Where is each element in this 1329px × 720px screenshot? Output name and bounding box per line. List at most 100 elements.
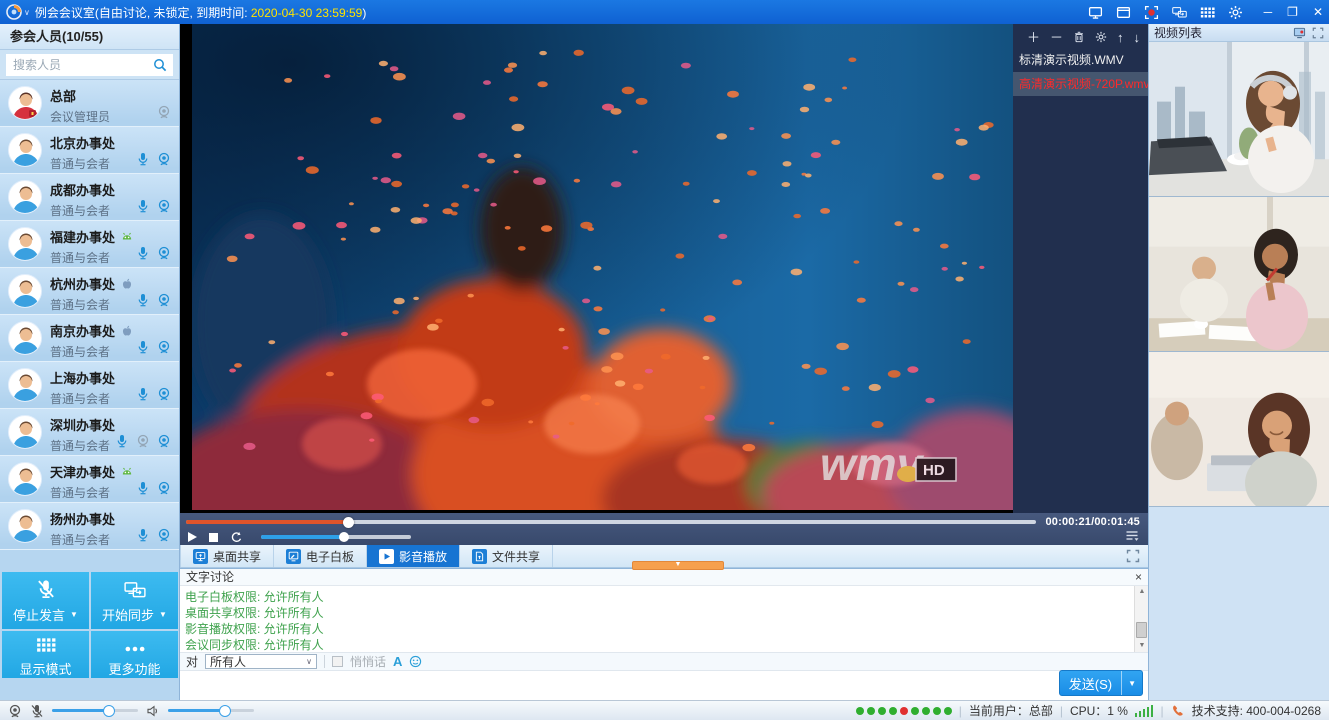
whiteboard-icon (286, 549, 301, 564)
tab-file-share[interactable]: 文件共享 (460, 545, 553, 567)
chat-message: 会议同步权限: 允许所有人 (185, 637, 1130, 652)
video-window-icon[interactable] (1116, 5, 1131, 20)
speaker-icon[interactable] (146, 704, 160, 718)
main-area: wmv HD ＋ － ↑ ↓ 标清演示视频.WMV 高清演示视频-720P.wm… (180, 24, 1148, 700)
video-monitor-icon[interactable] (1293, 26, 1306, 39)
settings-gear-icon[interactable] (1228, 5, 1243, 20)
participant-row-hq[interactable]: 总部 会议管理员 (0, 80, 179, 127)
play-button[interactable] (188, 532, 197, 542)
camera-icon[interactable] (157, 246, 171, 260)
participant-row-fujian[interactable]: 福建办事处 普通与会者 (0, 221, 179, 268)
mic-volume-slider[interactable] (52, 709, 138, 712)
loop-icon[interactable] (230, 531, 243, 544)
send-button[interactable]: 发送(S) ▼ (1059, 670, 1143, 696)
close-icon[interactable]: × (1135, 571, 1142, 583)
maximize-button[interactable]: ❐ (1287, 5, 1298, 19)
participant-name: 深圳办事处 (50, 415, 115, 434)
participant-row-nanjing[interactable]: 南京办事处 普通与会者 (0, 315, 179, 362)
mic-icon[interactable] (136, 387, 150, 401)
record-icon[interactable] (1144, 5, 1159, 20)
camera-icon[interactable] (157, 105, 171, 119)
camera-icon[interactable] (157, 199, 171, 213)
expand-icon[interactable] (1312, 27, 1324, 39)
stop-speaking-button[interactable]: 停止发言▼ (2, 572, 89, 629)
video-thumbnail-2[interactable] (1149, 197, 1329, 352)
emoji-icon[interactable] (409, 655, 422, 668)
recipient-select[interactable]: 所有人∨ (205, 654, 317, 669)
chevron-down-icon[interactable]: ∨ (24, 8, 30, 17)
participant-row-yangzhou[interactable]: 扬州办事处 普通与会者 (0, 503, 179, 550)
camera-icon[interactable] (157, 481, 171, 495)
start-sync-button[interactable]: 开始同步▼ (91, 572, 178, 629)
mic-icon[interactable] (136, 481, 150, 495)
chat-scrollbar[interactable]: ▲ ▼ (1134, 586, 1148, 652)
layout-grid-icon[interactable] (1200, 5, 1215, 20)
participant-row-shanghai[interactable]: 上海办事处 普通与会者 (0, 362, 179, 409)
playlist-trash-icon[interactable] (1073, 31, 1085, 43)
display-mode-button[interactable]: 显示模式 (2, 631, 89, 678)
more-functions-button[interactable]: 更多功能 (91, 631, 178, 678)
mic-icon[interactable] (115, 434, 129, 448)
participant-row-tianjin[interactable]: 天津办事处 普通与会者 (0, 456, 179, 503)
mic-icon[interactable] (136, 528, 150, 542)
mic-icon[interactable] (136, 152, 150, 166)
panel-collapse-handle[interactable]: ▼ (632, 561, 724, 570)
chat-input-area[interactable]: 发送(S) ▼ (180, 671, 1148, 699)
slider-handle[interactable] (103, 705, 115, 717)
participant-row-chengdu[interactable]: 成都办事处 普通与会者 (0, 174, 179, 221)
participant-row-hangzhou[interactable]: 杭州办事处 普通与会者 (0, 268, 179, 315)
send-options-icon[interactable]: ▼ (1121, 671, 1142, 695)
camera-off-icon[interactable] (136, 434, 150, 448)
tab-whiteboard[interactable]: 电子白板 (274, 545, 367, 567)
player-volume-slider[interactable] (261, 535, 411, 539)
player-progress-bar[interactable] (186, 520, 1036, 524)
tab-media-play[interactable]: 影音播放 (367, 545, 460, 567)
playlist-settings-icon[interactable] (1095, 31, 1107, 43)
camera-icon[interactable] (157, 387, 171, 401)
close-button[interactable]: ✕ (1313, 5, 1323, 19)
playlist-item[interactable]: 标清演示视频.WMV (1013, 48, 1148, 72)
avatar (8, 133, 42, 167)
tab-desktop-share[interactable]: 桌面共享 (180, 545, 274, 567)
whisper-checkbox[interactable] (332, 656, 343, 667)
font-icon[interactable]: A (393, 654, 402, 669)
minimize-button[interactable]: ─ (1264, 5, 1273, 19)
camera-icon[interactable] (157, 340, 171, 354)
participant-row-beijing[interactable]: 北京办事处 普通与会者 (0, 127, 179, 174)
search-icon[interactable] (153, 58, 167, 72)
mic-icon[interactable] (136, 340, 150, 354)
scrollbar-thumb[interactable] (1136, 622, 1147, 638)
video-thumbnail-1[interactable] (1149, 42, 1329, 197)
mic-icon[interactable] (136, 293, 150, 307)
camera-icon[interactable] (157, 293, 171, 307)
volume-handle[interactable] (339, 532, 349, 542)
mic-muted-status-icon[interactable] (30, 704, 44, 718)
mic-icon[interactable] (136, 199, 150, 213)
title-bar: ∨ 例会会议室(自由讨论, 未锁定, 到期时间: 2020-04-30 23:5… (0, 0, 1329, 24)
playlist-item-selected[interactable]: 高清演示视频-720P.wmv 删除 (1013, 72, 1148, 96)
expire-time: 2020-04-30 23:59:59 (251, 6, 362, 20)
apple-icon (120, 277, 134, 291)
playlist-toggle-icon[interactable] (1125, 529, 1139, 543)
camera-icon[interactable] (157, 528, 171, 542)
scroll-up-icon[interactable]: ▲ (1135, 586, 1148, 598)
progress-handle[interactable] (343, 517, 354, 528)
playlist-add-icon[interactable]: ＋ (1027, 31, 1040, 44)
video-thumbnail-3[interactable] (1149, 352, 1329, 507)
camera-icon[interactable] (157, 152, 171, 166)
playlist-move-down-icon[interactable]: ↓ (1134, 31, 1141, 44)
camera-icon[interactable] (157, 434, 171, 448)
speaker-volume-slider[interactable] (168, 709, 254, 712)
stop-button[interactable] (209, 533, 218, 542)
playlist-move-up-icon[interactable]: ↑ (1117, 31, 1124, 44)
playlist-remove-icon[interactable]: － (1050, 31, 1063, 44)
desktop-share-icon[interactable] (1088, 5, 1103, 20)
sync-icon[interactable] (1172, 5, 1187, 20)
fullscreen-icon[interactable] (1126, 549, 1140, 563)
webcam-status-icon[interactable] (8, 704, 22, 718)
search-input[interactable] (6, 54, 173, 76)
mic-icon[interactable] (136, 246, 150, 260)
slider-handle[interactable] (219, 705, 231, 717)
participant-row-shenzhen[interactable]: 深圳办事处 普通与会者 (0, 409, 179, 456)
scroll-down-icon[interactable]: ▼ (1135, 640, 1148, 652)
